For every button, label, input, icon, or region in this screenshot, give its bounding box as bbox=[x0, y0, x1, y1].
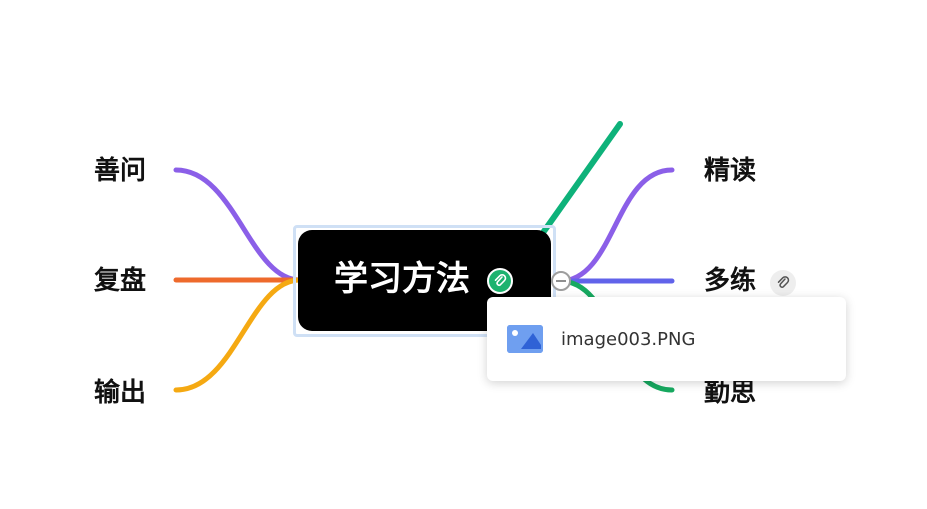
attachment-file-name: image003.PNG bbox=[561, 328, 696, 350]
branch-qinsi[interactable]: 勤思 bbox=[704, 380, 756, 406]
branch-fupan[interactable]: 复盘 bbox=[94, 268, 146, 294]
minus-icon bbox=[556, 280, 566, 282]
attachment-item[interactable]: image003.PNG bbox=[507, 324, 695, 354]
branch-shanwen[interactable]: 善问 bbox=[94, 158, 146, 184]
paperclip-icon[interactable] bbox=[487, 268, 513, 294]
attachment-popup: image003.PNG bbox=[487, 297, 846, 381]
collapse-branches-button[interactable] bbox=[551, 271, 571, 291]
paperclip-icon[interactable] bbox=[770, 270, 796, 296]
root-label: 学习方法 bbox=[334, 259, 470, 299]
branch-shuchu[interactable]: 输出 bbox=[94, 380, 146, 406]
connector-shuchu bbox=[173, 277, 303, 393]
branch-jingdu[interactable]: 精读 bbox=[704, 158, 756, 184]
connector-shanwen bbox=[173, 167, 303, 283]
image-file-icon bbox=[507, 325, 543, 353]
branch-duolian[interactable]: 多练 bbox=[704, 268, 756, 294]
